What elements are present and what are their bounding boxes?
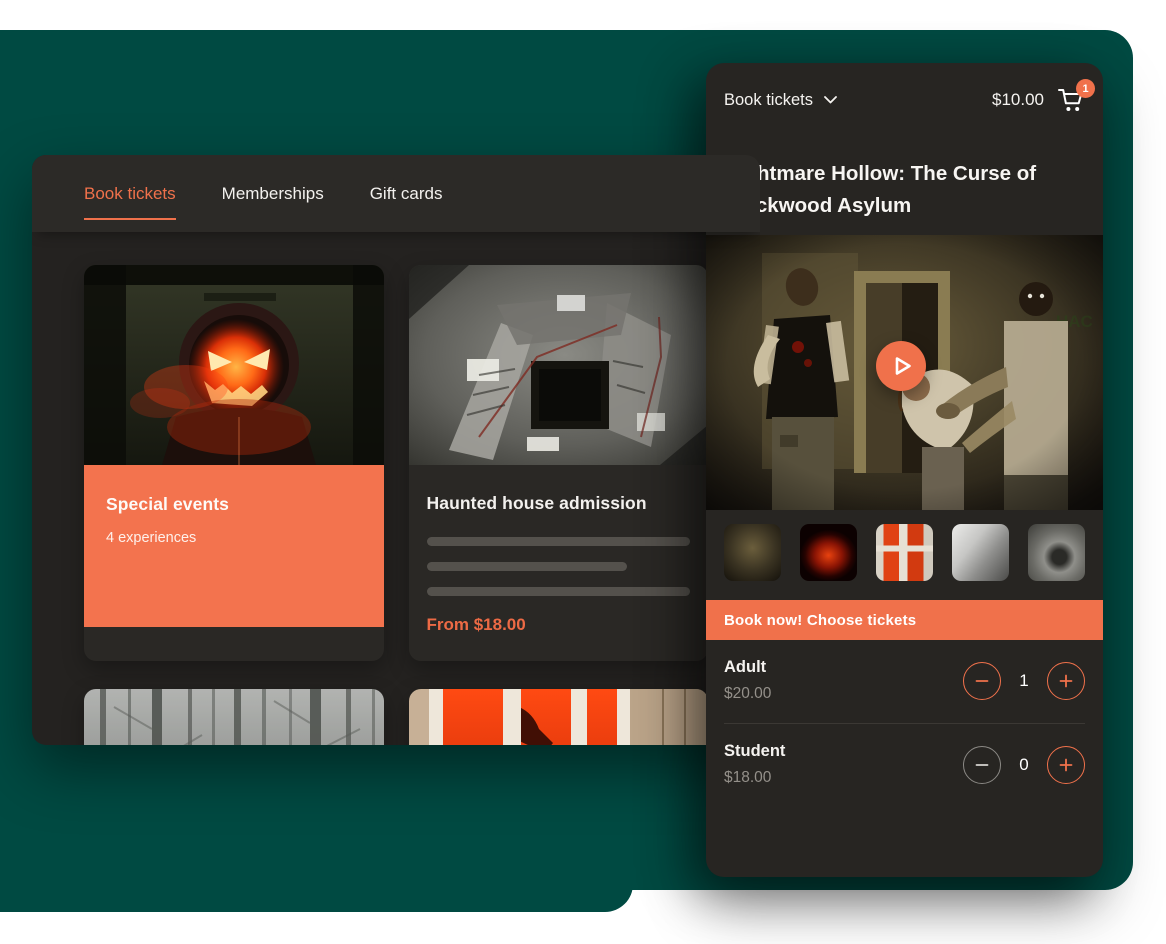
ticket-type-label: Adult (724, 658, 771, 677)
plus-icon (1058, 673, 1074, 689)
thumbnail-red-doorway[interactable] (800, 524, 857, 581)
cart-badge: 1 (1076, 79, 1095, 98)
play-icon (893, 355, 913, 377)
card-special-events[interactable]: Special events 4 experiences (84, 265, 384, 661)
plus-button[interactable] (1047, 746, 1085, 784)
minus-icon (974, 757, 990, 773)
thumbnail-strip (724, 524, 1085, 581)
ticket-row-student: Student $18.00 0 (724, 724, 1085, 807)
tab-memberships[interactable]: Memberships (222, 184, 324, 204)
thumbnail-red-door[interactable] (876, 524, 933, 581)
ticket-price-label: $20.00 (724, 685, 771, 703)
thumbnail-zombies[interactable] (724, 524, 781, 581)
hero-media: HAC (706, 235, 1103, 510)
thumbnail-gray-room[interactable] (952, 524, 1009, 581)
thumbnail-staircase[interactable] (1028, 524, 1085, 581)
composite-canvas: Book tickets Memberships Gift cards (0, 0, 1166, 944)
skeleton-line (427, 562, 627, 571)
event-title: Nightmare Hollow: The Curse of Blackwood… (724, 158, 1085, 222)
pumpkin-figure-image (84, 265, 384, 465)
quantity-value: 0 (1015, 755, 1033, 775)
play-button[interactable] (876, 341, 926, 391)
ticket-type-label: Student (724, 742, 785, 761)
card-forest-event[interactable] (84, 689, 384, 745)
minus-button[interactable] (963, 662, 1001, 700)
foggy-forest-image (84, 689, 384, 745)
card-title: Haunted house admission (427, 493, 691, 514)
minus-button[interactable] (963, 746, 1001, 784)
price-from-label: From $18.00 (427, 615, 691, 635)
skeleton-line (427, 537, 691, 546)
stairwell-image (409, 265, 709, 465)
widget-header: Book tickets $10.00 1 (706, 63, 1103, 113)
tab-book-tickets[interactable]: Book tickets (84, 184, 176, 204)
plus-icon (1058, 757, 1074, 773)
dropdown-label: Book tickets (724, 91, 813, 110)
cart-button[interactable]: $10.00 1 (992, 87, 1085, 113)
tab-bar: Book tickets Memberships Gift cards (32, 155, 760, 232)
ticket-price-label: $18.00 (724, 769, 785, 787)
quantity-value: 1 (1015, 671, 1033, 691)
quantity-stepper: 1 (963, 662, 1085, 700)
card-title: Special events (106, 494, 362, 515)
plus-button[interactable] (1047, 662, 1085, 700)
tab-gift-cards[interactable]: Gift cards (370, 184, 443, 204)
skeleton-line (427, 587, 691, 596)
storefront-content: Special events 4 experiences (32, 232, 760, 745)
card-window-event[interactable] (409, 689, 709, 745)
ticket-list: Adult $20.00 1 (706, 640, 1103, 807)
book-now-banner: Book now! Choose tickets (706, 600, 1103, 640)
card-haunted-house[interactable]: Haunted house admission From $18.00 (409, 265, 709, 661)
booking-widget-panel: Book tickets $10.00 1 Nightmare Hollow: … (706, 63, 1103, 877)
quantity-stepper: 0 (963, 746, 1085, 784)
card-subtitle: 4 experiences (106, 530, 362, 546)
storefront-panel: Book tickets Memberships Gift cards (32, 155, 760, 745)
chevron-down-icon (824, 96, 837, 104)
red-window-image (409, 689, 709, 745)
book-tickets-dropdown[interactable]: Book tickets (724, 91, 837, 110)
cart-total: $10.00 (992, 90, 1044, 110)
ticket-row-adult: Adult $20.00 1 (724, 640, 1085, 724)
minus-icon (974, 673, 990, 689)
